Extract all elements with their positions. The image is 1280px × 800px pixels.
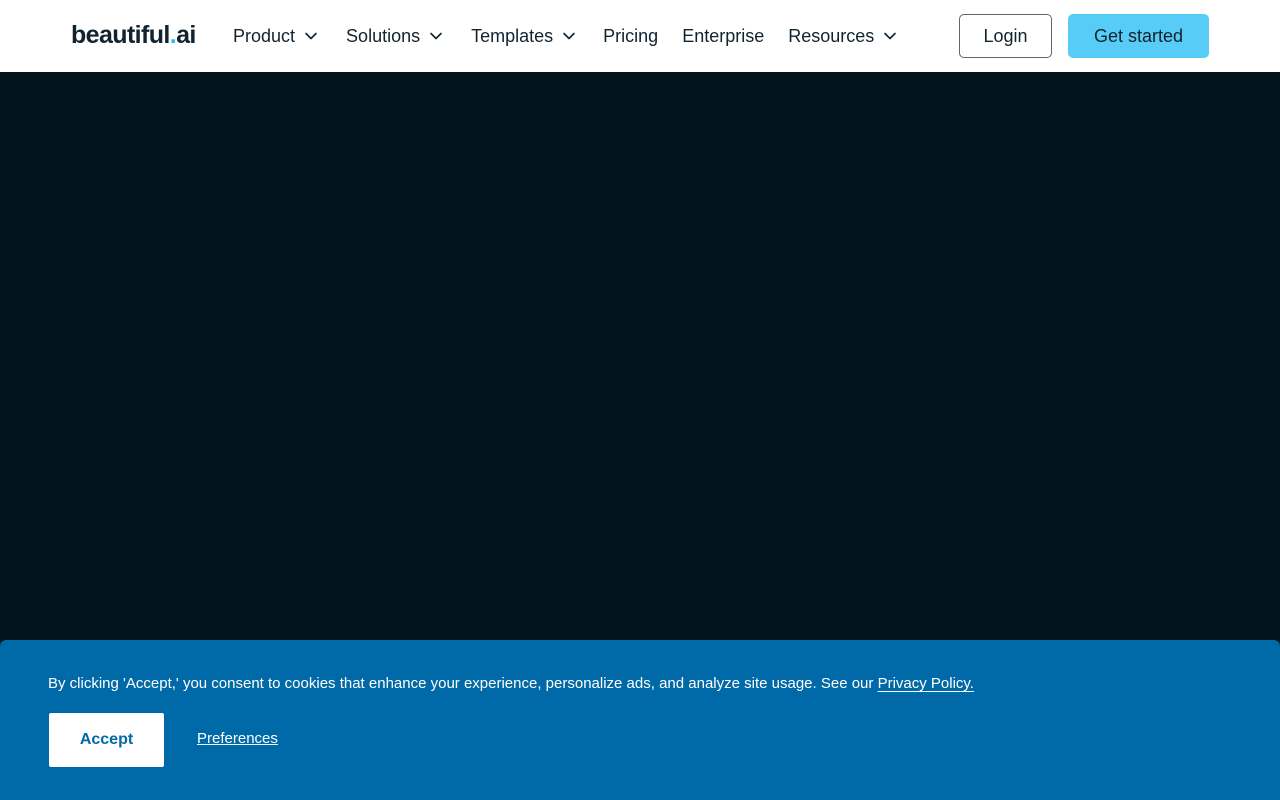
- get-started-button[interactable]: Get started: [1068, 14, 1209, 58]
- nav-item-label: Enterprise: [682, 25, 765, 46]
- cookie-preferences-link[interactable]: Preferences: [197, 730, 278, 747]
- cookie-message-text: By clicking 'Accept,' you consent to coo…: [48, 675, 878, 692]
- nav-item-solutions[interactable]: Solutions: [346, 16, 443, 56]
- cookie-consent-message: By clicking 'Accept,' you consent to coo…: [48, 674, 974, 694]
- accept-cookies-button[interactable]: Accept: [49, 713, 164, 767]
- nav-item-pricing[interactable]: Pricing: [603, 16, 658, 56]
- cookie-consent-banner: [0, 640, 1280, 800]
- logo-main: beautiful: [71, 21, 170, 49]
- nav-item-label: Product: [233, 25, 296, 46]
- nav-item-label: Templates: [471, 25, 554, 46]
- chevron-down-icon: [304, 29, 318, 43]
- login-button[interactable]: Login: [959, 14, 1052, 58]
- chevron-down-icon: [883, 29, 897, 43]
- chevron-down-icon: [429, 29, 443, 43]
- beautiful-ai-logo[interactable]: beautiful.ai: [71, 20, 196, 50]
- privacy-policy-link[interactable]: Privacy Policy.: [878, 675, 974, 692]
- top-navigation: beautiful.ai Product Solutions Templates…: [0, 0, 1280, 72]
- chevron-down-icon: [562, 29, 576, 43]
- nav-item-label: Pricing: [603, 25, 659, 46]
- nav-item-product[interactable]: Product: [233, 16, 318, 56]
- nav-item-templates[interactable]: Templates: [471, 16, 576, 56]
- nav-item-resources[interactable]: Resources: [788, 16, 897, 56]
- nav-item-label: Solutions: [346, 25, 421, 46]
- nav-item-enterprise[interactable]: Enterprise: [682, 16, 764, 56]
- nav-item-label: Resources: [788, 25, 875, 46]
- main-menu: Product Solutions Templates Pricing Ente…: [233, 0, 897, 72]
- logo-tld: ai: [176, 21, 196, 49]
